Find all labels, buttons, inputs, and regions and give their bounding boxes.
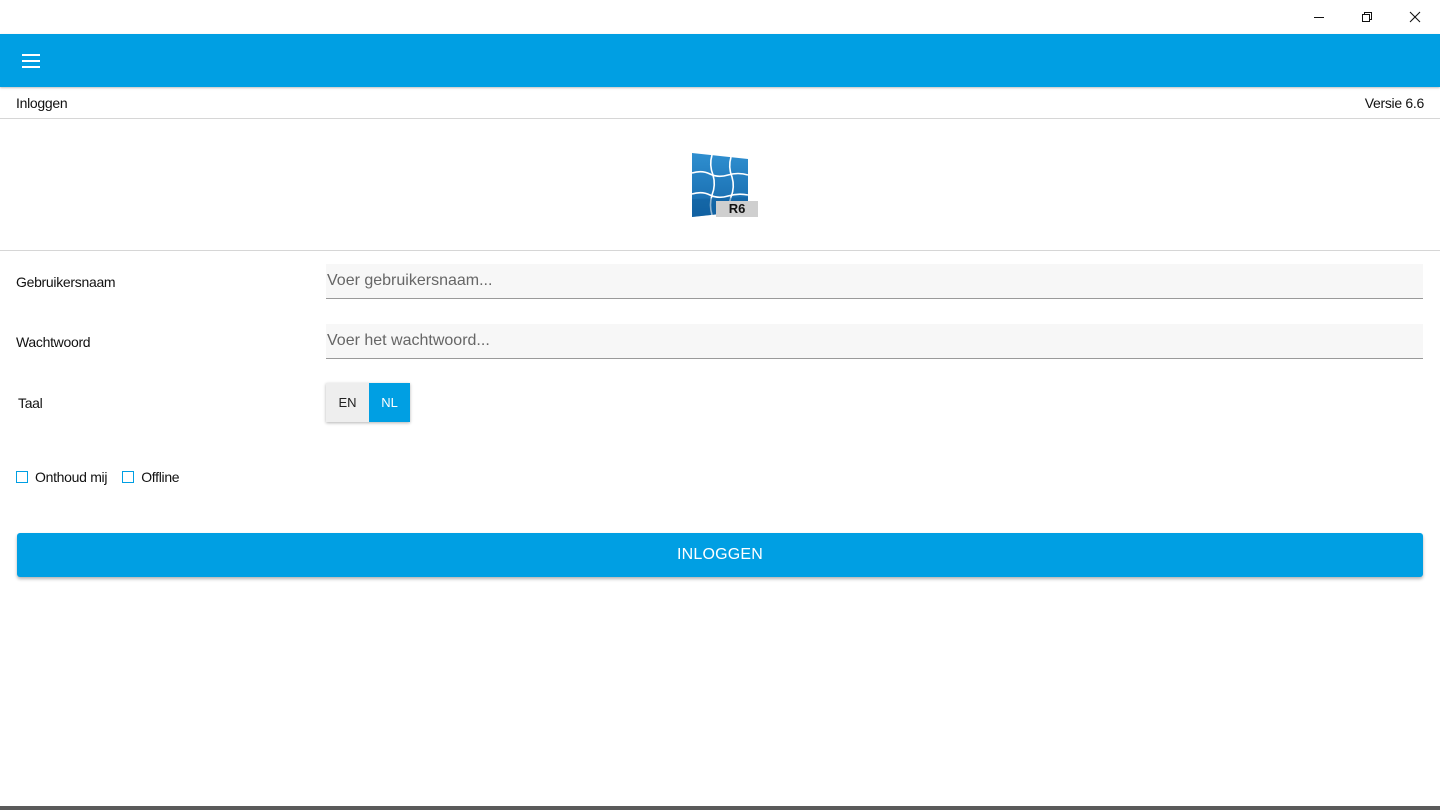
options-row: Onthoud mij Offline [16, 469, 194, 485]
offline-checkbox[interactable] [122, 471, 135, 483]
version-label: Versie 6.6 [1364, 95, 1425, 111]
username-input[interactable] [326, 264, 1423, 299]
logo-area: R6 [0, 119, 1440, 251]
password-input[interactable] [326, 324, 1423, 359]
login-button[interactable]: INLOGGEN [17, 533, 1423, 577]
window-bottom-edge [0, 806, 1440, 810]
close-icon[interactable] [1391, 0, 1439, 34]
logo-badge: R6 [716, 201, 758, 217]
language-label: Taal [18, 395, 43, 411]
page-header: Inloggen Versie 6.6 [0, 88, 1440, 119]
restore-icon[interactable] [1343, 0, 1391, 34]
hamburger-menu-icon[interactable] [12, 42, 50, 80]
remember-me-label: Onthoud mij [35, 469, 108, 485]
app-logo: R6 [690, 153, 760, 219]
offline-label: Offline [141, 469, 180, 485]
page-title: Inloggen [16, 95, 68, 111]
remember-me-option[interactable]: Onthoud mij [16, 469, 107, 485]
app-bar [0, 34, 1440, 87]
offline-option[interactable]: Offline [122, 469, 180, 485]
password-label: Wachtwoord [16, 334, 91, 350]
username-label: Gebruikersnaam [16, 274, 116, 290]
minimize-icon[interactable] [1295, 0, 1343, 34]
language-toggle: EN NL [326, 383, 410, 422]
window-titlebar [0, 0, 1440, 34]
language-option-en[interactable]: EN [326, 383, 369, 422]
remember-me-checkbox[interactable] [16, 471, 28, 483]
language-option-nl[interactable]: NL [369, 383, 410, 422]
